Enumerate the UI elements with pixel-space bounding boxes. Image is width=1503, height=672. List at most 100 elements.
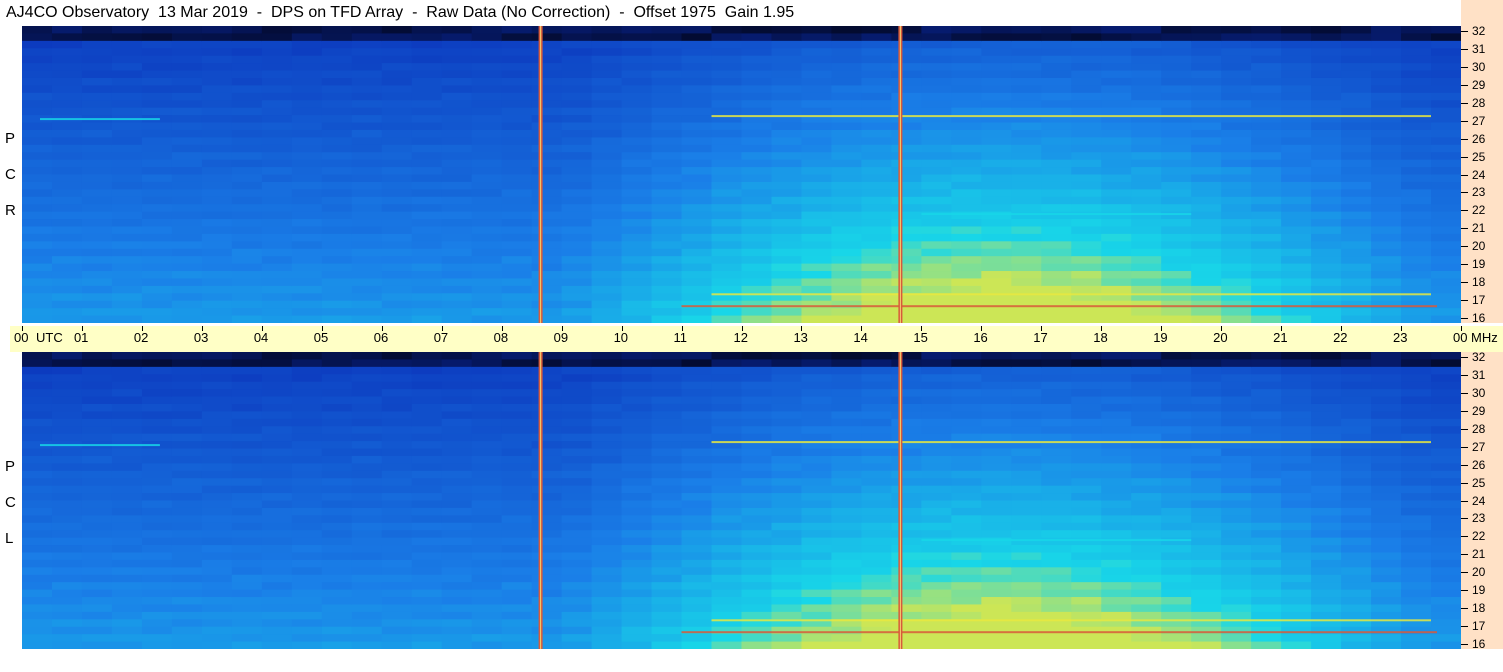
rcp-heat-cell: [921, 315, 952, 323]
lcp-heat-cell: [111, 374, 143, 383]
lcp-heat-cell: [501, 433, 533, 442]
rcp-heat-cell: [141, 285, 173, 294]
rcp-heat-cell: [591, 137, 623, 146]
lcp-heat-cell: [1401, 433, 1432, 442]
rcp-heat-cell: [1251, 300, 1282, 309]
rcp-heat-cell: [1161, 233, 1192, 242]
lcp-heat-cell: [531, 455, 563, 464]
lcp-heat-cell: [531, 418, 563, 427]
rcp-heat-cell: [1371, 211, 1402, 220]
rcp-heat-cell: [81, 40, 113, 49]
rcp-heat-cell: [561, 77, 593, 87]
lcp-heat-cell: [1371, 515, 1402, 524]
lcp-heat-cell: [501, 604, 533, 613]
lcp-heat-cell: [1101, 500, 1132, 509]
rcp-heat-cell: [1371, 226, 1402, 235]
lcp-heat-cell: [22, 463, 53, 472]
rcp-heat-cell: [1221, 92, 1252, 101]
lcp-heat-cell: [1281, 448, 1312, 457]
lcp-heat-cell: [681, 611, 713, 620]
lcp-heat-cell: [621, 537, 653, 546]
lcp-heat-cell: [381, 597, 413, 606]
lcp-heat-cell: [1041, 374, 1072, 383]
rcp-heat-cell: [111, 137, 143, 146]
rcp-heat-cell: [1131, 137, 1162, 146]
rcp-heat-cell: [171, 40, 203, 49]
rcp-heat-cell: [51, 308, 83, 317]
lcp-heat-cell: [1371, 567, 1402, 576]
rcp-heatmap: [22, 26, 1461, 323]
rcp-heat-cell: [531, 278, 563, 287]
lcp-heat-cell: [1221, 359, 1252, 368]
rcp-heat-cell: [1401, 278, 1432, 287]
lcp-heat-cell: [51, 567, 83, 576]
lcp-heat-cell: [291, 582, 323, 591]
lcp-heat-cell: [1251, 574, 1282, 583]
rcp-heat-cell: [1311, 196, 1342, 205]
rcp-heat-cell: [1251, 129, 1282, 138]
lcp-heat-cell: [411, 626, 443, 635]
lcp-heat-cell: [261, 641, 293, 649]
rcp-heat-cell: [1161, 152, 1192, 161]
lcp-heat-cell: [591, 641, 623, 649]
lcp-heat-cell: [1101, 507, 1132, 516]
lcp-heat-cell: [201, 589, 233, 598]
rcp-heat-cell: [81, 189, 113, 198]
rcp-heat-cell: [321, 196, 353, 205]
rcp-heat-cell: [1221, 226, 1252, 235]
lcp-heat-cell: [22, 626, 53, 635]
lcp-heat-cell: [501, 634, 533, 643]
rcp-heat-cell: [831, 189, 863, 198]
rcp-heat-cell: [621, 204, 653, 213]
lcp-heat-cell: [1101, 522, 1132, 531]
rcp-heat-cell: [621, 167, 653, 176]
rcp-heat-cell: [801, 129, 833, 138]
rcp-heat-cell: [1251, 33, 1282, 42]
rcp-heat-cell: [1251, 271, 1282, 280]
rcp-heat-cell: [1401, 241, 1432, 250]
rcp-heat-cell: [1281, 248, 1312, 257]
lcp-heat-cell: [1311, 530, 1342, 539]
lcp-heat-cell: [561, 567, 593, 576]
lcp-heat-cell: [1311, 545, 1342, 554]
rcp-heat-cell: [1191, 248, 1222, 257]
rcp-heat-cell: [771, 271, 803, 280]
lcp-heat-cell: [801, 455, 833, 464]
rcp-heat-cell: [651, 55, 683, 64]
lcp-heat-cell: [141, 589, 173, 598]
lcp-heat-cell: [1071, 448, 1102, 457]
lcp-heat-cell: [771, 515, 803, 524]
lcp-heat-cell: [231, 485, 263, 494]
lcp-heat-cell: [1071, 597, 1102, 606]
lcp-heat-cell: [1401, 374, 1432, 383]
rcp-heat-cell: [171, 100, 203, 109]
lcp-heat-cell: [1191, 567, 1222, 576]
lcp-heat-cell: [921, 507, 952, 516]
lcp-heat-cell: [1191, 352, 1222, 361]
lcp-heat-cell: [171, 500, 203, 509]
rcp-heat-cell: [411, 263, 443, 272]
rcp-interference-line: [40, 118, 160, 121]
lcp-heat-cell: [711, 485, 743, 494]
rcp-heat-cell: [1011, 122, 1042, 131]
lcp-heat-cell: [141, 559, 173, 568]
rcp-heat-cell: [381, 144, 413, 153]
lcp-heat-cell: [351, 589, 383, 598]
lcp-heat-cell: [651, 485, 683, 494]
rcp-heat-cell: [951, 152, 982, 161]
rcp-heat-cell: [291, 285, 323, 294]
rcp-heat-cell: [921, 152, 952, 161]
rcp-heat-cell: [291, 256, 323, 265]
lcp-heat-cell: [231, 403, 263, 413]
rcp-heat-cell: [651, 233, 683, 242]
rcp-heat-cell: [1341, 181, 1372, 190]
rcp-heat-cell: [1251, 256, 1282, 265]
rcp-heat-cell: [981, 285, 1012, 294]
rcp-heat-cell: [1281, 226, 1312, 235]
lcp-heat-cell: [771, 403, 803, 413]
lcp-heat-cell: [891, 374, 922, 383]
lcp-heat-cell: [1341, 522, 1372, 531]
lcp-heat-cell: [201, 619, 233, 628]
rcp-heat-cell: [741, 144, 773, 153]
rcp-heat-cell: [1101, 300, 1132, 309]
